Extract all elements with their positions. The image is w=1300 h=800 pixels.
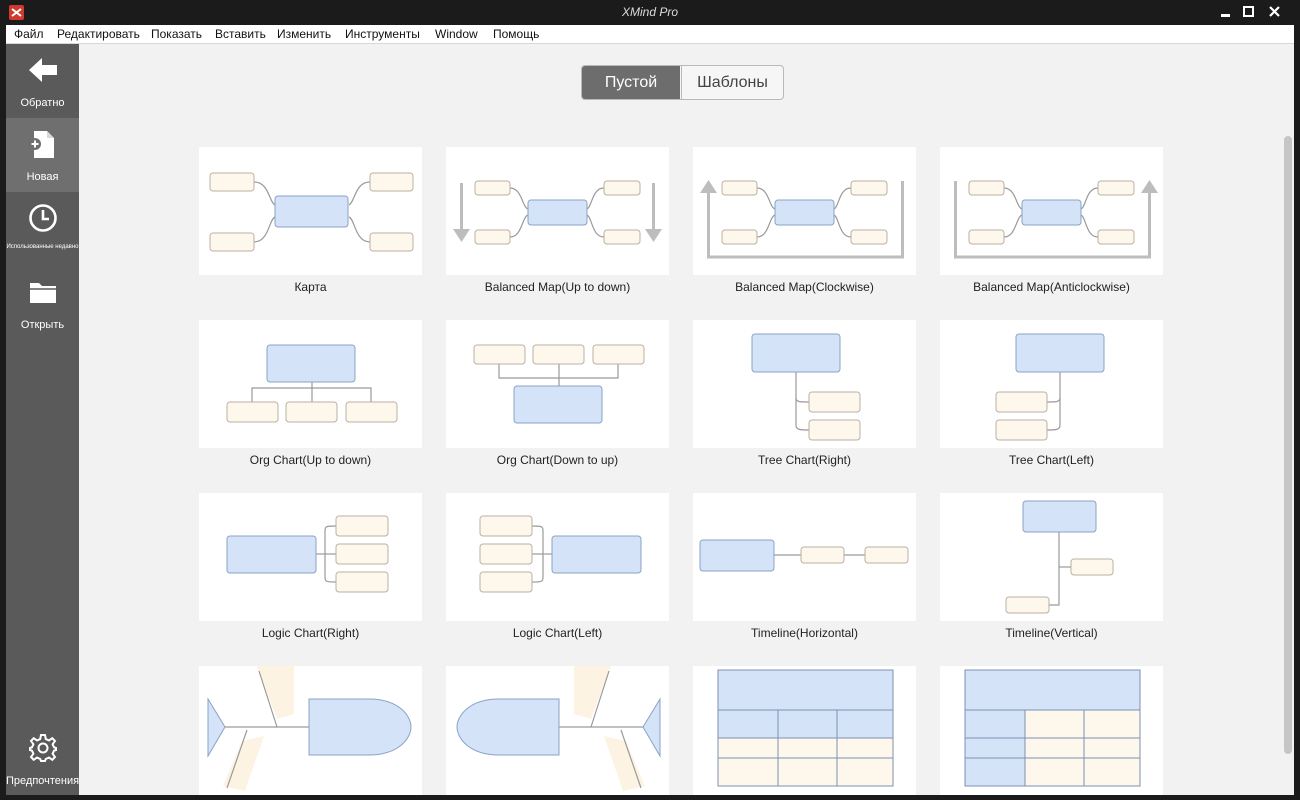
- sidebar-item-preferences[interactable]: Предпочтения: [6, 722, 79, 796]
- gear-icon: [29, 734, 57, 762]
- template-tile-org-down-up[interactable]: [446, 320, 669, 448]
- template-label: Balanced Map(Up to down): [484, 280, 631, 294]
- folder-icon: [30, 283, 56, 303]
- template-tile-fishbone-left[interactable]: [446, 666, 669, 795]
- mode-toggle: Пустой Шаблоны: [581, 65, 784, 100]
- sidebar: Обратно Новая Использованные недавно Отк…: [6, 44, 79, 795]
- template-tile-balanced-up-down[interactable]: [446, 147, 669, 275]
- clock-icon: [29, 204, 57, 232]
- template-gallery: Пустой Шаблоны Карта Balanced Map(Up to …: [79, 44, 1294, 795]
- sidebar-item-back[interactable]: Обратно: [6, 44, 79, 118]
- tab-templates[interactable]: Шаблоны: [681, 66, 783, 99]
- menu-window[interactable]: Window: [435, 27, 478, 41]
- menu-help[interactable]: Помощь: [493, 27, 539, 41]
- template-tile-tree-right[interactable]: [693, 320, 916, 448]
- window-frame-left: [0, 25, 6, 800]
- template-tile-logic-left[interactable]: [446, 493, 669, 621]
- window-frame-bottom: [0, 795, 1300, 800]
- template-label: Logic Chart(Right): [261, 626, 360, 640]
- sidebar-item-recent[interactable]: Использованные недавно: [6, 192, 79, 266]
- template-tile-matrix-columns[interactable]: [693, 666, 916, 795]
- sidebar-item-open[interactable]: Открыть: [6, 266, 79, 340]
- window-frame-right: [1294, 25, 1300, 800]
- template-tile-org-up-down[interactable]: [199, 320, 422, 448]
- sidebar-item-label: Предпочтения: [6, 775, 80, 787]
- template-tile-fishbone-right[interactable]: [199, 666, 422, 795]
- menu-file[interactable]: Файл: [14, 27, 44, 41]
- template-label: Balanced Map(Clockwise): [735, 280, 874, 294]
- template-label: Timeline(Vertical): [1005, 626, 1098, 640]
- template-tile-tree-left[interactable]: [940, 320, 1163, 448]
- maximize-button[interactable]: [1236, 2, 1262, 22]
- tab-blank[interactable]: Пустой: [582, 66, 680, 99]
- sidebar-item-label: Новая: [26, 171, 59, 183]
- template-label: Balanced Map(Anticlockwise): [973, 280, 1130, 294]
- menu-view[interactable]: Показать: [151, 27, 202, 41]
- template-tile-balanced-clockwise[interactable]: [693, 147, 916, 275]
- app-window: XMind Pro Файл Редактировать Показать Вс…: [0, 0, 1300, 800]
- menu-tools[interactable]: Инструменты: [345, 27, 420, 41]
- template-label: Tree Chart(Left): [1009, 453, 1094, 467]
- template-tile-balanced-anticlockwise[interactable]: [940, 147, 1163, 275]
- template-tile-logic-right[interactable]: [199, 493, 422, 621]
- menu-insert[interactable]: Вставить: [215, 27, 266, 41]
- title-bar: XMind Pro: [0, 0, 1300, 25]
- vertical-scrollbar[interactable]: [1284, 136, 1292, 754]
- sidebar-item-label: Обратно: [20, 97, 65, 109]
- menu-edit[interactable]: Редактировать: [57, 27, 140, 41]
- template-tile-matrix-rows[interactable]: [940, 666, 1163, 795]
- close-button[interactable]: [1262, 2, 1288, 22]
- sidebar-item-new[interactable]: Новая: [6, 118, 79, 192]
- template-label: Org Chart(Down to up): [496, 453, 619, 467]
- template-label: Org Chart(Up to down): [249, 453, 372, 467]
- sidebar-item-label: Использованные недавно: [6, 244, 79, 250]
- template-label: Logic Chart(Left): [512, 626, 603, 640]
- template-label: Tree Chart(Right): [758, 453, 851, 467]
- arrow-left-icon: [29, 58, 57, 82]
- new-file-icon: [29, 131, 54, 158]
- menu-bar: Файл Редактировать Показать Вставить Изм…: [6, 25, 1294, 44]
- template-label: Timeline(Horizontal): [751, 626, 858, 640]
- template-tile-timeline-vertical[interactable]: [940, 493, 1163, 621]
- sidebar-item-label: Открыть: [20, 319, 65, 331]
- window-title: XMind Pro: [621, 5, 679, 19]
- template-tile-map[interactable]: [199, 147, 422, 275]
- menu-modify[interactable]: Изменить: [277, 27, 331, 41]
- template-label: Карта: [294, 280, 327, 294]
- template-tile-timeline-horizontal[interactable]: [693, 493, 916, 621]
